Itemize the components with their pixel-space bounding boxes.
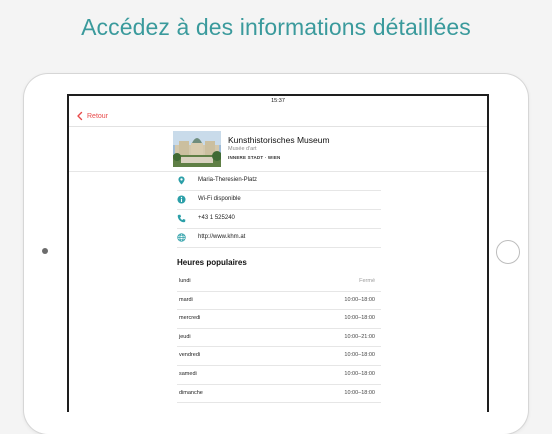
hours-time: 10:00–18:00: [344, 352, 375, 359]
hours-row: dimanche 10:00–18:00: [177, 385, 381, 404]
place-header: Kunsthistorisches Museum Musée d'art INN…: [69, 127, 487, 172]
chevron-left-icon: [77, 111, 83, 121]
hours-row: mardi 10:00–18:00: [177, 292, 381, 311]
nav-bar: Retour: [69, 106, 487, 127]
hours-day: vendredi: [179, 352, 201, 359]
hours-time: Fermé: [359, 278, 375, 284]
place-photo: [173, 131, 221, 167]
hours-time: 10:00–18:00: [344, 370, 375, 377]
marketing-headline: Accédez à des informations détaillées: [81, 14, 471, 40]
globe-icon: [177, 233, 186, 242]
place-category: Musée d'art: [228, 146, 257, 152]
hours-row: vendredi 10:00–18:00: [177, 347, 381, 366]
info-row-address[interactable]: Maria-Theresien-Platz: [177, 172, 381, 191]
hours-row: jeudi 10:00–21:00: [177, 329, 381, 348]
hours-title: Heures populaires: [177, 258, 247, 267]
info-row-phone[interactable]: +43 1 525240: [177, 210, 381, 229]
hours-day: mardi: [179, 296, 193, 303]
info-row-wifi: Wi-Fi disponible: [177, 191, 381, 210]
place-district: INNERE STADT · WIEN: [228, 155, 281, 160]
hours-day: lundi: [179, 278, 191, 284]
info-address: Maria-Theresien-Platz: [198, 177, 258, 183]
info-phone: +43 1 525240: [198, 215, 235, 221]
info-wifi: Wi-Fi disponible: [198, 196, 241, 202]
phone-icon: [177, 214, 186, 223]
hours-row: mercredi 10:00–18:00: [177, 310, 381, 329]
status-bar: 15:37: [69, 96, 487, 106]
app-screen: 15:37 Retour Kunsthistorisches Museum Mu…: [67, 94, 489, 412]
info-website: http://www.khm.at: [198, 234, 246, 240]
hours-day: samedi: [179, 370, 197, 377]
status-time: 15:37: [271, 98, 285, 104]
place-name: Kunsthistorisches Museum: [228, 135, 330, 145]
map-pin-icon: [178, 176, 185, 185]
hours-time: 10:00–18:00: [344, 389, 375, 396]
hours-day: jeudi: [179, 333, 191, 340]
hours-day: dimanche: [179, 389, 203, 396]
tablet-camera: [42, 248, 48, 254]
back-button[interactable]: Retour: [75, 111, 108, 121]
info-icon: [177, 195, 186, 204]
info-row-website[interactable]: http://www.khm.at: [177, 229, 381, 248]
hours-row: samedi 10:00–18:00: [177, 366, 381, 385]
hours-row: lundi Fermé: [177, 273, 381, 292]
tablet-home-button[interactable]: [496, 240, 520, 264]
hours-time: 10:00–18:00: [344, 315, 375, 322]
info-list: Maria-Theresien-Platz Wi-Fi disponible +…: [177, 172, 381, 248]
hours-time: 10:00–21:00: [344, 333, 375, 340]
hours-list: lundi Fermé mardi 10:00–18:00 mercredi 1…: [177, 273, 381, 404]
back-label: Retour: [87, 112, 109, 120]
hours-day: mercredi: [179, 315, 201, 322]
hours-time: 10:00–18:00: [344, 296, 375, 303]
